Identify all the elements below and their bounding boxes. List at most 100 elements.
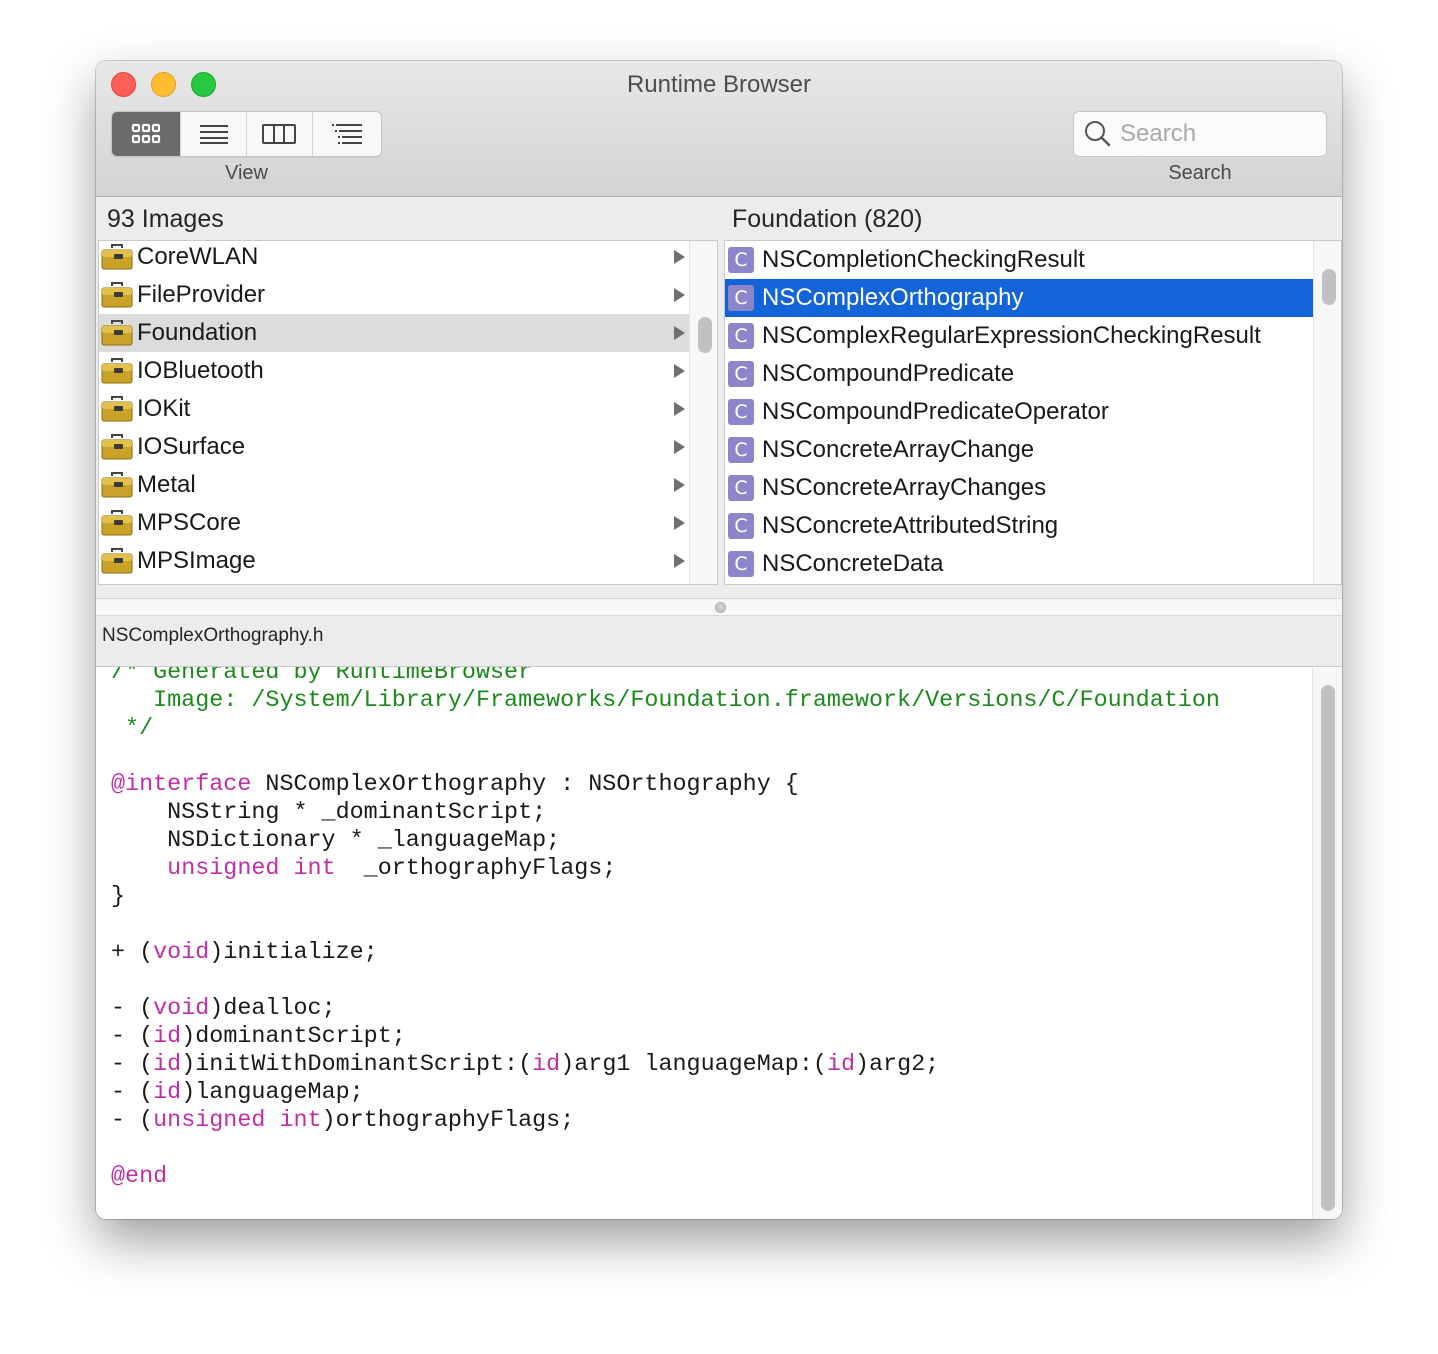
code-line: NSDictionary * _languageMap; (111, 827, 1220, 855)
code-line: - (void)dealloc; (111, 995, 1220, 1023)
class-list-item[interactable]: C NSConcreteArrayChange (725, 431, 1313, 469)
code-keyword: void (153, 996, 210, 1022)
code-line: + (void)initialize; (111, 939, 1220, 967)
code-line: - (id)initWithDominantScript:(id)arg1 la… (111, 1051, 1220, 1079)
image-list-item[interactable]: IOSurface (99, 428, 689, 466)
image-name: MPSImage (137, 547, 256, 574)
class-list-item[interactable]: C NSComplexOrthography (725, 279, 1313, 317)
view-mode-outline-button[interactable] (313, 112, 381, 156)
class-badge-icon: C (728, 323, 754, 349)
code-text: } (111, 884, 126, 910)
split-view-divider[interactable] (96, 598, 1342, 616)
image-list-item[interactable]: IOBluetooth (99, 352, 689, 390)
header-code-view[interactable]: /* Generated by RuntimeBrowser Image: /S… (96, 666, 1342, 1219)
class-badge-icon: C (728, 247, 754, 273)
window-title: Runtime Browser (626, 71, 812, 98)
class-list-item[interactable]: C NSConcreteArrayChanges (725, 469, 1313, 507)
class-name: NSConcreteData (762, 550, 944, 577)
divider-handle[interactable] (715, 602, 726, 613)
image-name: Foundation (137, 319, 258, 346)
code-keyword: @interface (111, 772, 252, 798)
classes-scrollbar-thumb[interactable] (1322, 269, 1336, 305)
class-badge-icon: C (728, 475, 754, 501)
disclosure-arrow-icon (674, 516, 685, 530)
code-line: @end (111, 1163, 1220, 1191)
images-scrollbar-thumb[interactable] (698, 317, 712, 353)
classes-list: C NSCompletionCheckingResult C NSComplexOrt… (724, 240, 1342, 585)
title-toolbar: Runtime Browser View Search Search (96, 61, 1342, 197)
code-line: - (id)dominantScript; (111, 1023, 1220, 1051)
class-list-item[interactable]: C NSCompoundPredicate (725, 355, 1313, 393)
disclosure-arrow-icon (674, 554, 685, 568)
code-comment: /* Generated by RuntimeBrowser (111, 666, 533, 686)
class-name: NSCompoundPredicate (762, 360, 1015, 387)
view-mode-columns-button[interactable] (247, 112, 313, 156)
toolbox-icon (101, 282, 133, 308)
class-badge-icon: C (728, 437, 754, 463)
code-scrollbar-thumb[interactable] (1321, 685, 1335, 1211)
code-text: + ( (111, 940, 154, 966)
code-text: )dominantScript; (181, 1024, 406, 1050)
code-keyword: id (153, 1080, 182, 1106)
images-scrollbar[interactable] (689, 241, 717, 584)
code-text: NSDictionary * _languageMap; (111, 828, 561, 854)
class-badge-icon: C (728, 285, 754, 311)
code-line: */ (111, 715, 1220, 743)
header-filename: NSComplexOrthography.h (102, 625, 324, 646)
search-field[interactable] (1073, 111, 1327, 157)
class-name: NSConcreteArrayChanges (762, 474, 1047, 501)
code-keyword: unsigned int (167, 856, 336, 882)
toolbox-icon (101, 434, 133, 460)
image-list-item[interactable]: Metal (99, 466, 689, 504)
disclosure-arrow-icon (674, 440, 685, 454)
code-text: )orthographyFlags; (321, 1108, 575, 1134)
view-mode-list-button[interactable] (181, 112, 247, 156)
class-name: NSComplexRegularExpressionCheckingResult (762, 322, 1261, 349)
image-list-item[interactable]: FileProvider (99, 276, 689, 314)
code-text: - ( (111, 1108, 154, 1134)
image-list-item[interactable]: Foundation (99, 314, 689, 352)
class-list-item[interactable]: C NSConcreteAttributedString (725, 507, 1313, 545)
image-list-item[interactable]: MPSImage (99, 542, 689, 580)
columns-icon (262, 124, 297, 144)
image-list-item[interactable]: IOKit (99, 390, 689, 428)
classes-scrollbar[interactable] (1313, 241, 1341, 584)
class-badge-icon: C (728, 551, 754, 577)
outline-icon (331, 124, 362, 144)
toolbox-icon (101, 548, 133, 574)
code-text: )arg1 languageMap:( (560, 1052, 827, 1078)
class-list-item[interactable]: C NSCompletionCheckingResult (725, 241, 1313, 279)
toolbox-icon (101, 396, 133, 422)
image-name: CoreWLAN (137, 243, 259, 270)
code-scrollbar[interactable] (1312, 667, 1342, 1219)
code-line: - (unsigned int)orthographyFlags; (111, 1107, 1220, 1135)
toolbox-icon (101, 510, 133, 536)
code-text: )initialize; (209, 940, 378, 966)
view-mode-grid-button[interactable] (112, 112, 182, 156)
code-keyword: id (153, 1024, 182, 1050)
toolbox-icon (101, 358, 133, 384)
image-list-item[interactable]: CoreWLAN (99, 241, 689, 276)
image-list-item[interactable]: MPSCore (99, 504, 689, 542)
code-line: - (id)languageMap; (111, 1079, 1220, 1107)
class-list-item[interactable]: C NSCompoundPredicateOperator (725, 393, 1313, 431)
code-text: NSString * _dominantScript; (111, 800, 547, 826)
code-line: NSString * _dominantScript; (111, 799, 1220, 827)
code-keyword: @end (111, 1164, 168, 1190)
toolbox-icon (101, 472, 133, 498)
class-name: NSConcreteAttributedString (762, 512, 1059, 539)
image-name: IOBluetooth (137, 357, 264, 384)
code-text: )dealloc; (209, 996, 336, 1022)
code-text: - ( (111, 996, 154, 1022)
class-list-item[interactable]: C NSConcreteData (725, 545, 1313, 583)
code-text: NSComplexOrthography : NSOrthography { (251, 772, 799, 798)
class-list-item[interactable]: C NSComplexRegularExpressionCheckingResul… (725, 317, 1313, 355)
code-comment: Image: /System/Library/Frameworks/Founda… (111, 688, 1220, 714)
runtime-browser-window: Runtime Browser View Search Search 93 Im… (96, 61, 1342, 1219)
image-name: FileProvider (137, 281, 266, 308)
search-input[interactable] (1120, 120, 1310, 148)
header-code: /* Generated by RuntimeBrowser Image: /S… (111, 666, 1220, 1191)
